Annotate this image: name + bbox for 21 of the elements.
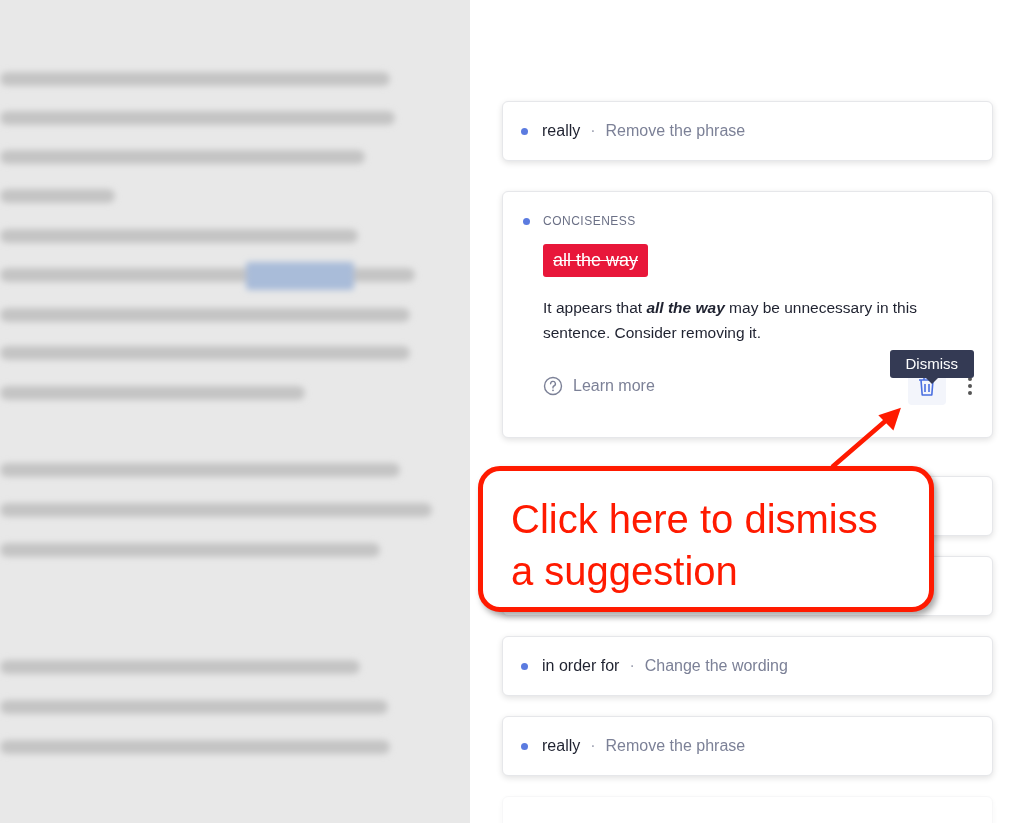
category-label: CONCISENESS — [543, 214, 636, 228]
phrase-text: really — [542, 122, 581, 140]
suggestion-card[interactable]: really · Remove the phrase — [502, 101, 993, 161]
suggestion-card[interactable]: in order for · Change the wording — [502, 636, 993, 696]
phrase-text: really — [542, 737, 581, 755]
separator-dot: · — [590, 737, 596, 755]
action-text: Remove the phrase — [605, 122, 746, 140]
help-icon — [543, 376, 563, 396]
separator-dot: · — [629, 657, 635, 675]
separator-dot: · — [590, 122, 596, 140]
phrase-text: in order for — [542, 657, 620, 675]
suggestion-card[interactable]: really · Remove the phrase — [502, 716, 993, 776]
action-text: Change the wording — [644, 657, 788, 675]
callout-tooltip: Click here to dismiss a suggestion — [478, 466, 934, 612]
removed-phrase-chip: all the way — [543, 244, 649, 277]
explanation-text: It appears that all the way may be unnecessary in this sentence. Consider removing it. — [543, 298, 918, 343]
action-text: Remove the phrase — [605, 737, 746, 755]
tooltip: Dismiss — [889, 350, 974, 378]
more-icon — [968, 376, 972, 396]
learn-more-link[interactable]: Learn more — [543, 376, 655, 396]
tooltip-pointer-icon — [925, 378, 938, 384]
